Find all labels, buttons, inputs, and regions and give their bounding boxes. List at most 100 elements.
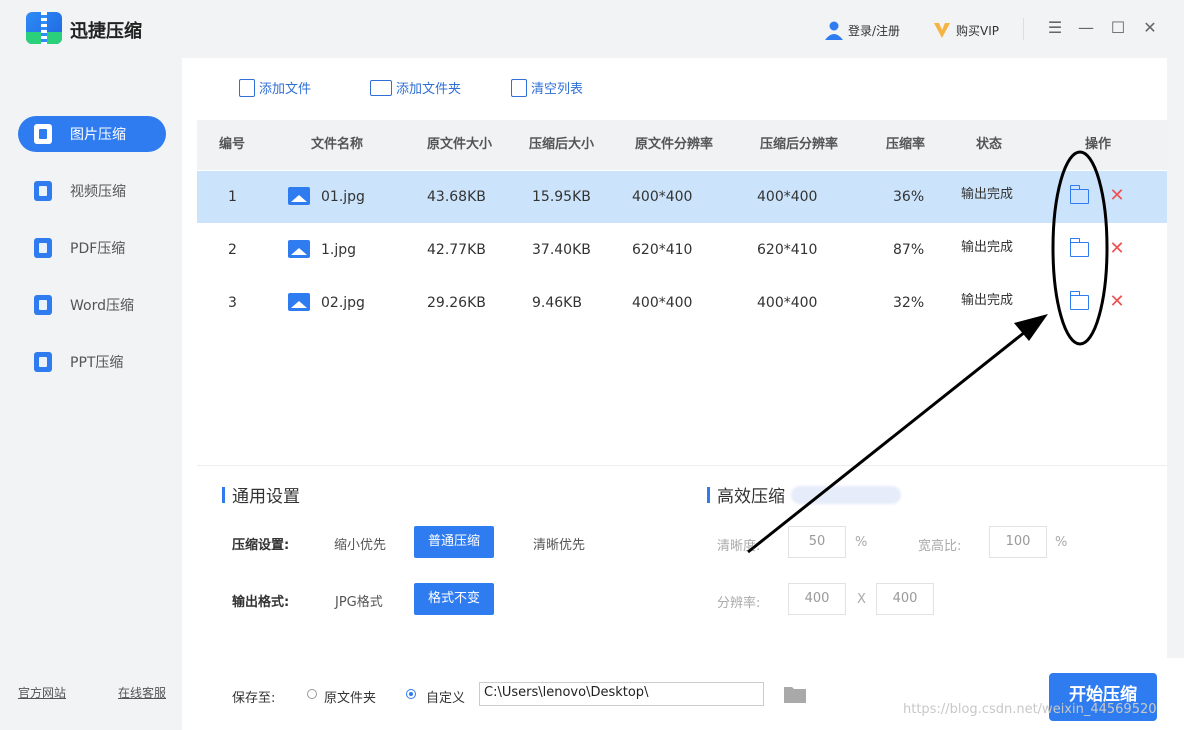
vip-badge-blurred — [791, 485, 901, 504]
official-website-link[interactable]: 官方网站 — [18, 684, 66, 701]
clear-list-button[interactable]: 清空列表 — [511, 78, 583, 97]
cell-comp-size: 9.46KB — [532, 295, 582, 311]
menu-icon[interactable]: ☰ — [1045, 18, 1065, 38]
add-folder-button[interactable]: 添加文件夹 — [370, 78, 461, 97]
table-row[interactable]: 2 1.jpg 42.77KB 37.40KB 620*410 620*410 … — [197, 224, 1167, 276]
cell-orig-size: 42.77KB — [427, 242, 486, 258]
aspect-label: 宽高比: — [918, 539, 962, 554]
col-header-status: 状态 — [976, 137, 1003, 152]
aspect-input[interactable]: 100 — [989, 526, 1047, 558]
sidebar-item-label: PPT压缩 — [70, 355, 124, 371]
delete-icon[interactable]: ✕ — [1108, 290, 1126, 314]
cell-orig-res: 400*400 — [632, 295, 693, 311]
maximize-icon[interactable]: ☐ — [1108, 18, 1128, 38]
custom-label: 自定义 — [426, 691, 466, 706]
open-folder-icon[interactable] — [1069, 238, 1089, 257]
sidebar: 图片压缩 视频压缩 PDF压缩 Word压缩 PPT压缩 — [0, 58, 182, 730]
cell-name: 02.jpg — [321, 295, 365, 311]
save-path-input[interactable]: C:\Users\lenovo\Desktop\ — [479, 682, 764, 706]
buy-vip-button[interactable]: 购买VIP — [932, 20, 999, 40]
delete-icon[interactable]: ✕ — [1108, 184, 1126, 208]
cell-status: 输出完成 — [961, 240, 1014, 255]
col-header-orig-size: 原文件大小 — [427, 137, 493, 152]
col-header-ratio: 压缩率 — [886, 137, 926, 152]
watermark: https://blog.csdn.net/weixin_44569520 — [903, 702, 1157, 717]
add-folder-label: 添加文件夹 — [396, 82, 462, 97]
option-jpg-format[interactable]: JPG格式 — [335, 591, 383, 610]
sidebar-item-ppt[interactable]: PPT压缩 — [18, 344, 166, 380]
cell-no: 3 — [228, 295, 237, 311]
cell-status: 输出完成 — [961, 187, 1014, 202]
close-icon[interactable]: ✕ — [1140, 18, 1160, 38]
clear-list-label: 清空列表 — [531, 82, 584, 97]
cell-orig-res: 620*410 — [632, 242, 693, 258]
radio-custom[interactable] — [406, 689, 416, 699]
clarity-input[interactable]: 50 — [788, 526, 846, 558]
option-clarity-first[interactable]: 清晰优先 — [533, 534, 585, 553]
trash-icon — [511, 78, 527, 97]
settings-panel: 通用设置 压缩设置: 缩小优先 普通压缩 清晰优先 输出格式: JPG格式 格式… — [197, 465, 1167, 658]
sidebar-item-label: PDF压缩 — [70, 241, 126, 257]
cell-no: 2 — [228, 242, 237, 258]
sidebar-item-image[interactable]: 图片压缩 — [18, 116, 166, 152]
table-row[interactable]: 1 01.jpg 43.68KB 15.95KB 400*400 400*400… — [197, 171, 1167, 223]
general-settings-label: 通用设置 — [232, 487, 300, 507]
image-compress-icon — [34, 124, 52, 144]
cell-no: 1 — [228, 189, 237, 205]
login-button[interactable]: 登录/注册 — [824, 20, 900, 40]
cell-name: 01.jpg — [321, 189, 365, 205]
table-header: 编号 文件名称 原文件大小 压缩后大小 原文件分辨率 压缩后分辨率 压缩率 状态… — [197, 120, 1167, 170]
add-file-icon — [239, 78, 255, 97]
app-title: 迅捷压缩 — [70, 21, 142, 42]
delete-icon[interactable]: ✕ — [1108, 237, 1126, 261]
add-folder-icon — [370, 79, 392, 96]
col-header-no: 编号 — [219, 137, 246, 152]
online-support-link[interactable]: 在线客服 — [118, 684, 166, 701]
image-file-icon — [288, 293, 310, 311]
cell-comp-res: 400*400 — [757, 295, 818, 311]
general-settings-title: 通用设置 — [222, 482, 300, 507]
cell-comp-size: 37.40KB — [532, 242, 591, 258]
add-file-button[interactable]: 添加文件 — [239, 78, 311, 97]
app-logo-icon — [26, 12, 62, 44]
resolution-width-input[interactable]: 400 — [788, 583, 846, 615]
table-row[interactable]: 3 02.jpg 29.26KB 9.46KB 400*400 400*400 … — [197, 277, 1167, 329]
open-folder-icon[interactable] — [1069, 291, 1089, 310]
image-file-icon — [288, 240, 310, 258]
resolution-height-input[interactable]: 400 — [876, 583, 934, 615]
col-header-comp-size: 压缩后大小 — [529, 137, 595, 152]
sidebar-item-label: Word压缩 — [70, 298, 134, 314]
browse-folder-icon[interactable] — [783, 684, 807, 704]
cell-comp-res: 400*400 — [757, 189, 818, 205]
title-bar — [0, 0, 1184, 58]
cell-orig-res: 400*400 — [632, 189, 693, 205]
sidebar-item-pdf[interactable]: PDF压缩 — [18, 230, 166, 266]
col-header-action: 操作 — [1085, 137, 1112, 152]
save-to-label: 保存至: — [232, 691, 276, 706]
divider — [1023, 18, 1024, 40]
cell-comp-size: 15.95KB — [532, 189, 591, 205]
vip-label: 购买VIP — [956, 23, 999, 38]
cell-name: 1.jpg — [321, 242, 357, 258]
clarity-unit: % — [855, 535, 868, 550]
sidebar-item-word[interactable]: Word压缩 — [18, 287, 166, 323]
cell-ratio: 87% — [893, 242, 925, 258]
sidebar-item-video[interactable]: 视频压缩 — [18, 173, 166, 209]
minimize-icon[interactable]: — — [1076, 18, 1096, 38]
cell-ratio: 36% — [893, 189, 925, 205]
option-normal-compress[interactable]: 普通压缩 — [414, 526, 494, 558]
resolution-separator: X — [857, 592, 866, 607]
ppt-compress-icon — [34, 352, 52, 372]
login-label: 登录/注册 — [848, 23, 901, 38]
option-smaller-first[interactable]: 缩小优先 — [334, 534, 386, 553]
open-folder-icon[interactable] — [1069, 185, 1089, 204]
cell-comp-res: 620*410 — [757, 242, 818, 258]
sidebar-item-label: 图片压缩 — [70, 127, 126, 143]
user-icon — [825, 21, 843, 40]
word-compress-icon — [34, 295, 52, 315]
output-format-label: 输出格式: — [232, 595, 290, 610]
radio-original-folder[interactable] — [307, 689, 317, 699]
vip-icon — [934, 23, 950, 38]
original-folder-label: 原文件夹 — [324, 691, 377, 706]
option-keep-format[interactable]: 格式不变 — [414, 583, 494, 615]
